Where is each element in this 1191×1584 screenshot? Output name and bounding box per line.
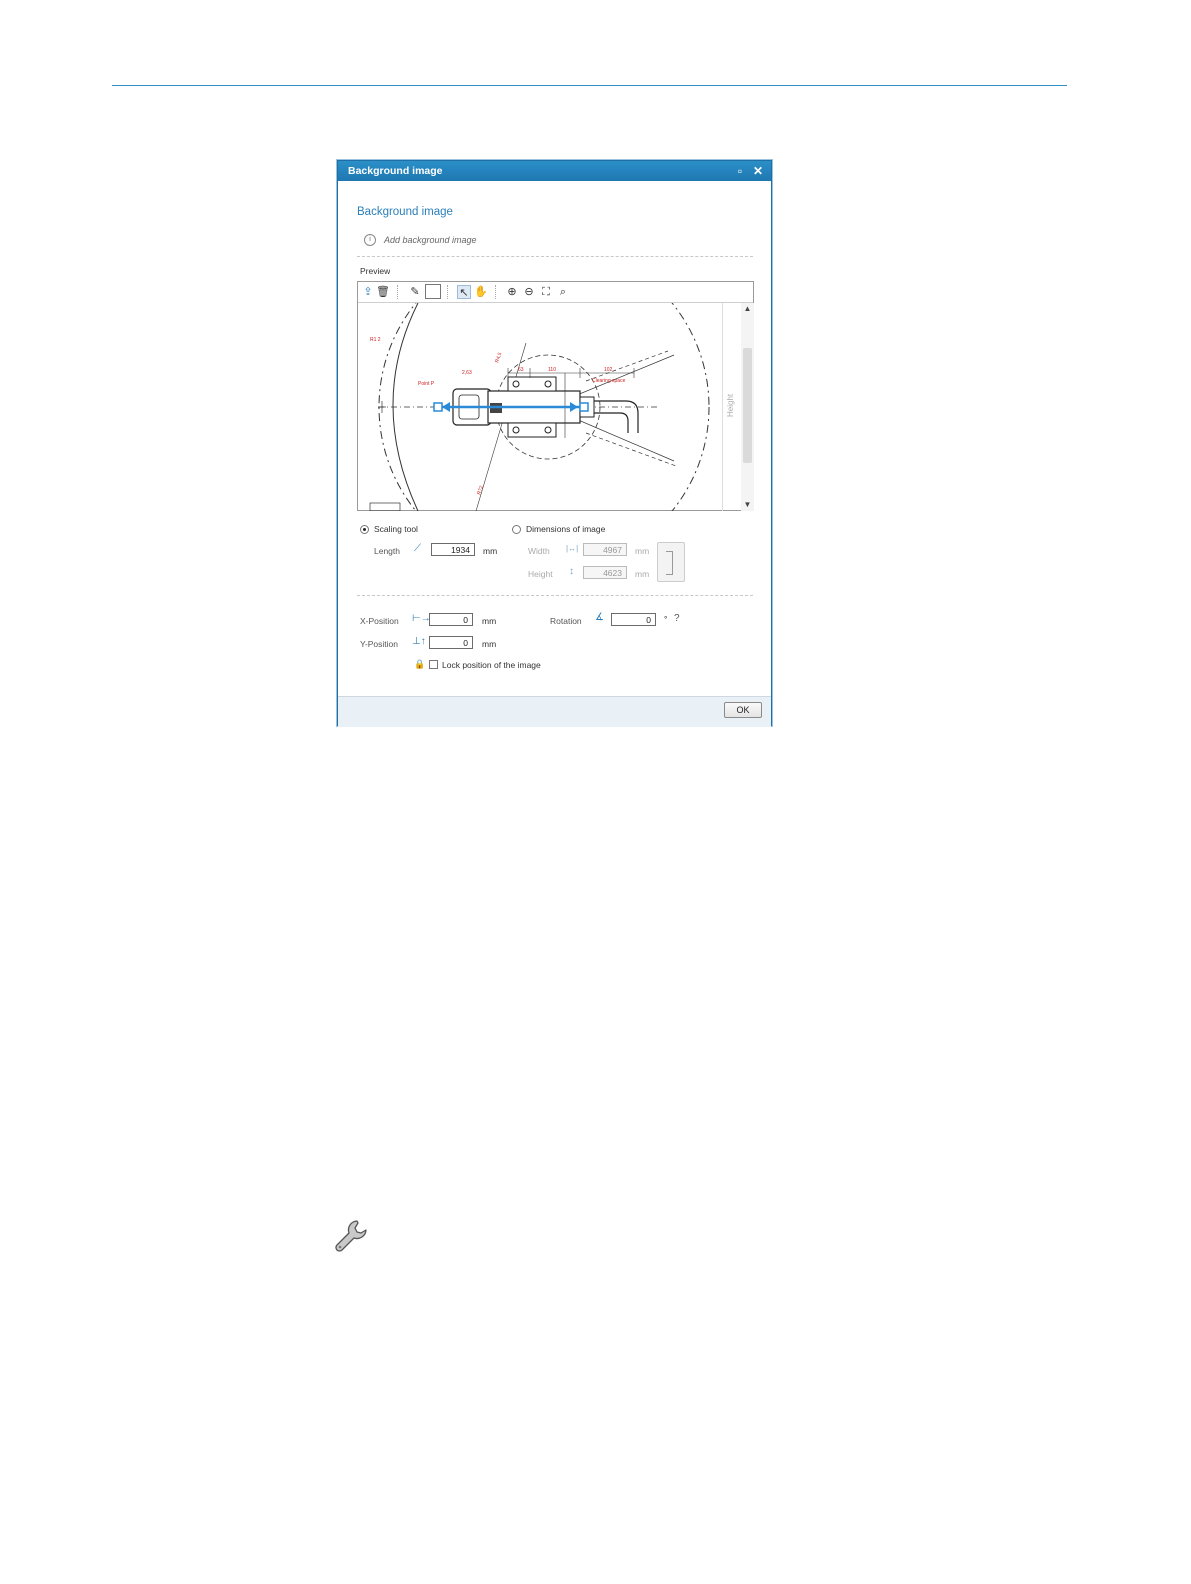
height-input[interactable]: 4623: [583, 566, 627, 579]
preview-toolbar: ⇪ 🗑 ✎ ↖ ✋ ⊕ ⊖ ⛶ ⌕: [358, 282, 753, 303]
length-input[interactable]: 1934: [431, 543, 475, 556]
zoom-selection-icon[interactable]: ⌕: [556, 285, 570, 299]
ruler-height-label: Height: [726, 393, 735, 417]
dimensions-label: Dimensions of image: [526, 524, 606, 534]
page-header-rule: [112, 85, 1067, 86]
x-position-label: X-Position: [360, 616, 399, 626]
zoom-out-icon[interactable]: ⊖: [522, 285, 536, 299]
length-unit: mm: [483, 546, 498, 556]
preview-canvas[interactable]: R1 2 Point P 2,63 63 110 102 Clearing sp…: [358, 303, 722, 511]
rotation-unit: °: [664, 614, 668, 624]
clearing-space-label: Clearing space: [592, 378, 626, 384]
color-swatch[interactable]: [425, 284, 441, 299]
toolbar-separator: [495, 285, 497, 299]
lock-icon: 🔒: [414, 659, 426, 669]
dim-label-r12: R1 2: [370, 337, 381, 343]
separator: [357, 256, 753, 257]
measure-length-icon: ⟋: [414, 543, 421, 554]
keep-aspect-ratio-button[interactable]: [657, 542, 685, 582]
scaling-tool-label: Scaling tool: [374, 524, 418, 534]
point-p-label: Point P: [418, 381, 435, 387]
link-bracket-icon: [666, 551, 673, 575]
pan-hand-icon[interactable]: ✋: [474, 285, 488, 299]
ok-button[interactable]: OK: [724, 702, 762, 718]
dialog-title: Background image: [348, 165, 443, 177]
width-icon: |↔|: [566, 544, 579, 553]
scroll-down-icon[interactable]: ▼: [741, 499, 754, 511]
info-row: i Add background image: [364, 234, 477, 246]
select-pointer-icon[interactable]: ↖: [457, 285, 471, 299]
y-position-unit: mm: [482, 639, 497, 649]
robot-drawing: R1 2 Point P 2,63 63 110 102 Clearing sp…: [369, 303, 710, 511]
separator: [357, 595, 753, 596]
height-icon: ↕: [569, 566, 574, 577]
restore-icon[interactable]: ▫: [733, 164, 747, 178]
length-label: Length: [374, 546, 400, 556]
zoom-in-icon[interactable]: ⊕: [505, 285, 519, 299]
scroll-thumb[interactable]: [743, 348, 752, 463]
dim-label-110: 110: [548, 367, 556, 373]
zoom-fit-icon[interactable]: ⛶: [539, 285, 553, 299]
dim-label-r72: R72: [476, 485, 485, 496]
scroll-up-icon[interactable]: ▲: [741, 303, 754, 315]
rotation-icon: ∡: [595, 612, 604, 623]
dialog-footer: [338, 696, 771, 727]
y-position-input[interactable]: 0: [429, 636, 473, 649]
dim-label-r45: R4,5: [494, 352, 503, 364]
width-input[interactable]: 4967: [583, 543, 627, 556]
lock-position-label: Lock position of the image: [442, 660, 541, 670]
dialog-titlebar[interactable]: Background image ▫ ✕: [338, 161, 771, 181]
vertical-scrollbar[interactable]: ▲ ▼: [741, 303, 754, 511]
dim-label-102: 102: [604, 367, 613, 373]
dimensions-radio[interactable]: [512, 524, 521, 534]
y-position-label: Y-Position: [360, 639, 398, 649]
scaling-tool-option[interactable]: Scaling tool: [360, 524, 418, 534]
delete-icon[interactable]: 🗑: [376, 285, 390, 299]
x-position-unit: mm: [482, 616, 497, 626]
load-image-icon[interactable]: ⇪: [361, 285, 375, 299]
info-text: Add background image: [384, 235, 477, 245]
help-icon[interactable]: ?: [674, 613, 680, 625]
toolbar-separator: [397, 285, 399, 299]
height-unit: mm: [635, 569, 650, 579]
info-icon: i: [364, 234, 376, 246]
section-heading: Background image: [357, 206, 453, 218]
y-axis-icon: ⊥↑: [412, 636, 426, 647]
dim-label-63: 63: [518, 367, 524, 373]
x-position-input[interactable]: 0: [429, 613, 473, 626]
wrench-icon: [335, 1220, 367, 1252]
close-icon[interactable]: ✕: [751, 164, 765, 178]
background-image-dialog: Background image ▫ ✕ Background image i …: [337, 160, 772, 727]
toolbar-separator: [447, 285, 449, 299]
preview-label: Preview: [360, 266, 391, 276]
rotation-input[interactable]: 0: [611, 613, 656, 626]
scaling-tool-radio[interactable]: [360, 524, 369, 534]
preview-panel: ⇪ 🗑 ✎ ↖ ✋ ⊕ ⊖ ⛶ ⌕ R1 2 Point P 2,63 63 1…: [357, 281, 754, 511]
color-picker-icon[interactable]: ✎: [408, 285, 422, 299]
width-label: Width: [528, 546, 550, 556]
dimensions-option[interactable]: Dimensions of image: [512, 524, 605, 534]
x-axis-icon: ⊢→: [412, 613, 431, 624]
dim-label-263: 2,63: [462, 370, 472, 376]
height-label: Height: [528, 569, 553, 579]
width-unit: mm: [635, 546, 650, 556]
lock-position-checkbox[interactable]: [429, 660, 438, 669]
rotation-label: Rotation: [550, 616, 582, 626]
